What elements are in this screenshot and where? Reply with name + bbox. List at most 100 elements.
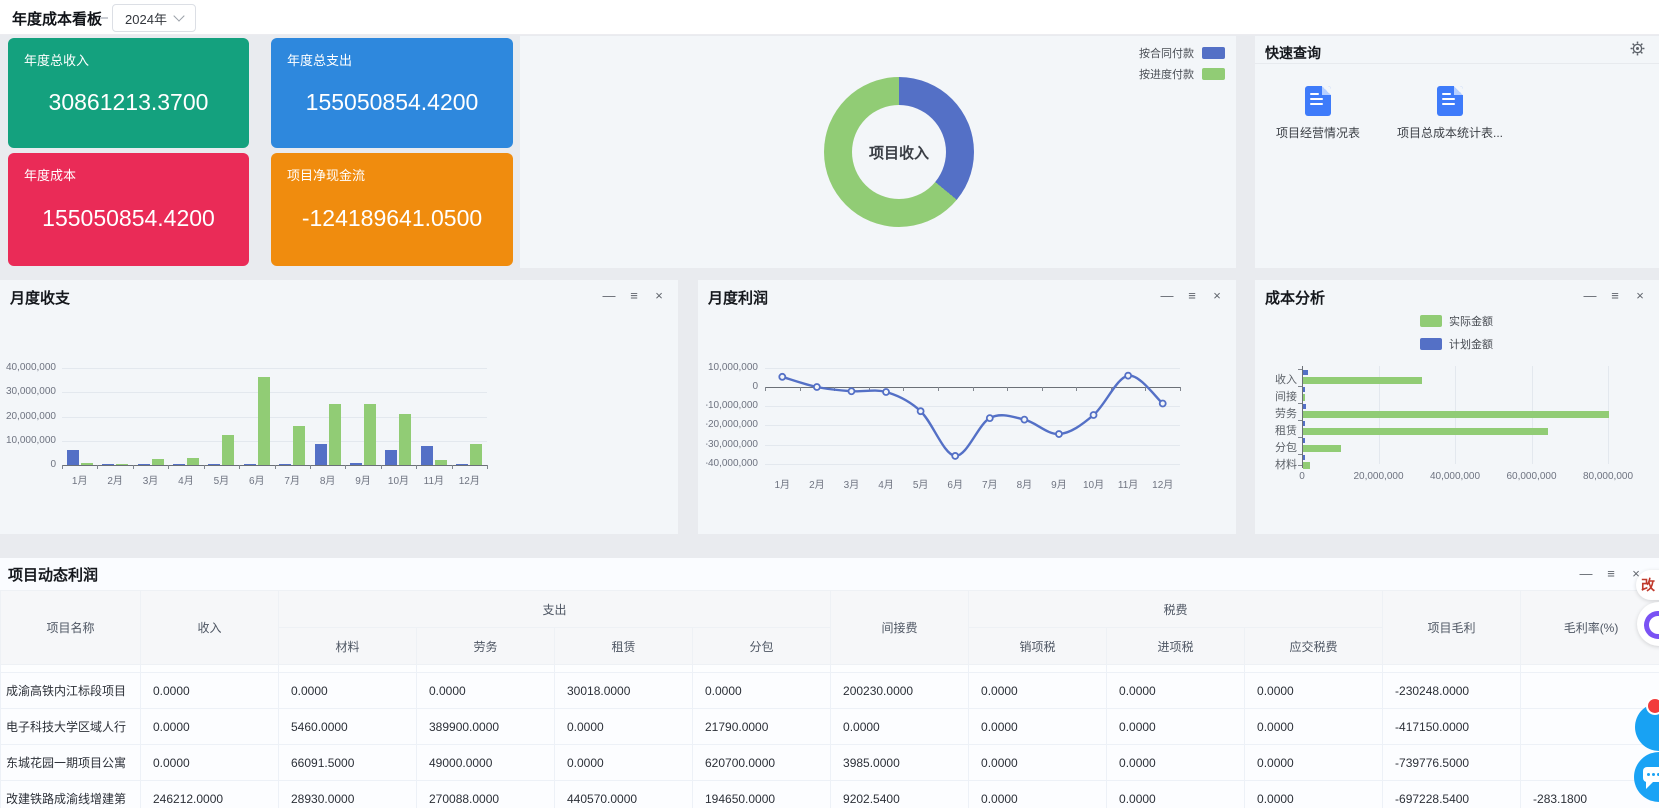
table-row[interactable]: 电子科技大学区域人行0.00005460.0000389900.00000.00…: [1, 709, 1659, 745]
category-label: 收入: [1255, 371, 1297, 387]
menu-icon[interactable]: ≡: [1604, 566, 1618, 582]
x-axis-tick-label: 2月: [97, 472, 133, 487]
cell-labor: 49000.0000: [417, 745, 555, 781]
x-axis-tick: [97, 465, 98, 469]
col-header-labor: 劳务: [417, 628, 555, 665]
gridline: [62, 441, 487, 442]
cell-material: 5460.0000: [279, 709, 417, 745]
monthly-profit-chart[interactable]: 10,000,0000-10,000,000-20,000,000-30,000…: [698, 280, 1236, 534]
bar-支出-2月: [116, 464, 128, 466]
year-select[interactable]: 2024年: [112, 4, 196, 32]
x-axis-tick-label: 60,000,000: [1490, 471, 1574, 482]
table-row[interactable]: 成渝高铁内江标段项目0.00000.00000.000030018.00000.…: [1, 673, 1659, 709]
cell-labor: 270088.0000: [417, 781, 555, 808]
x-axis-tick-label: 2月: [799, 476, 835, 491]
chevron-down-icon: [173, 10, 184, 21]
x-axis-tick-label: 10月: [1076, 476, 1112, 491]
x-axis-tick: [239, 465, 240, 469]
legend-swatch: [1202, 47, 1225, 59]
spacer-cell: [831, 665, 969, 673]
cost-analysis-chart[interactable]: 020,000,00040,000,00060,000,00080,000,00…: [1255, 280, 1659, 534]
table-row[interactable]: 改建铁路成渝线增建第246212.000028930.0000270088.00…: [1, 781, 1659, 808]
x-axis-tick-label: 20,000,000: [1337, 471, 1421, 482]
x-axis-tick-label: 5月: [903, 476, 939, 491]
cell-payable_tax: 0.0000: [1245, 781, 1383, 808]
x-axis-tick: [62, 465, 63, 469]
col-header-material: 材料: [279, 628, 417, 665]
cell-payable_tax: 0.0000: [1245, 673, 1383, 709]
x-axis-tick-label: 10月: [380, 472, 416, 487]
y-axis-tick-label: 40,000,000: [0, 362, 56, 373]
kpi-label: 年度总收入: [24, 50, 89, 69]
spacer-cell: [969, 665, 1107, 673]
y-axis-tick-label: -10,000,000: [706, 400, 758, 411]
bar-收入-3月: [138, 464, 150, 466]
spacer-cell: [141, 665, 279, 673]
col-header-tax-group: 税费: [969, 591, 1383, 628]
bar-支出-10月: [399, 414, 411, 465]
y-axis-tick-label: -30,000,000: [706, 439, 758, 450]
x-axis-tick: [204, 465, 205, 469]
quick-query-title: 快速查询: [1265, 43, 1321, 63]
monthly-income-expense-chart[interactable]: 010,000,00020,000,00030,000,00040,000,00…: [0, 280, 678, 534]
col-header-payable-tax: 应交税费: [1245, 628, 1383, 665]
y-axis-tick-label: -20,000,000: [706, 419, 758, 430]
x-axis-tick-label: 9月: [1041, 476, 1077, 491]
kpi-card-annual-total-expense: 年度总支出155050854.4200: [271, 38, 513, 148]
col-header-gross-profit: 项目毛利: [1383, 591, 1521, 665]
project-income-donut-chart[interactable]: 项目收入: [824, 77, 974, 227]
spacer-cell: [1383, 665, 1521, 673]
category-label: 劳务: [1255, 405, 1297, 421]
x-axis-tick: [1180, 387, 1181, 391]
x-axis-tick: [1042, 387, 1043, 391]
top-bar: 年度成本看板 2024年: [0, 0, 1659, 35]
cell-name: 改建铁路成渝线增建第: [1, 781, 141, 808]
x-axis-tick-label: 6月: [239, 472, 275, 487]
y-axis-tick-label: 30,000,000: [0, 386, 56, 397]
x-axis-tick-label: 11月: [416, 472, 452, 487]
cell-material: 0.0000: [279, 673, 417, 709]
spacer-cell: [555, 665, 693, 673]
col-header-indirect: 间接费: [831, 591, 969, 665]
cell-income: 0.0000: [141, 673, 279, 709]
x-axis-tick: [168, 465, 169, 469]
bar-计划金额-间接: [1303, 387, 1305, 392]
cell-income: 0.0000: [141, 709, 279, 745]
cell-output_tax: 0.0000: [969, 673, 1107, 709]
cell-indirect: 9202.5400: [831, 781, 969, 808]
kpi-label: 年度总支出: [287, 50, 352, 69]
edit-handle-button[interactable]: 改: [1636, 570, 1659, 600]
quick-query-item-project-total-cost-report[interactable]: 项目总成本统计表...: [1388, 86, 1512, 141]
annual-cost-dashboard: 年度成本看板 2024年 年度总收入30861213.3700年度总支出1550…: [0, 0, 1659, 808]
bar-计划金额-分包: [1303, 438, 1305, 443]
x-axis-tick: [973, 387, 974, 391]
cell-material: 28930.0000: [279, 781, 417, 808]
x-axis-tick-label: 6月: [937, 476, 973, 491]
assistant-logo-icon: [1640, 607, 1659, 643]
notification-badge: [1646, 697, 1659, 715]
quick-query-item-project-operation-report[interactable]: 项目经营情况表: [1256, 86, 1380, 141]
spacer-cell: [1, 665, 141, 673]
bar-收入-8月: [315, 444, 327, 465]
y-axis-tick: [1298, 465, 1302, 466]
bar-收入-1月: [67, 450, 79, 465]
cell-input_tax: 0.0000: [1107, 673, 1245, 709]
minimize-icon[interactable]: —: [1579, 566, 1593, 582]
legend-item-1[interactable]: 按进度付款: [1139, 67, 1225, 81]
donut-center-label: 项目收入: [869, 142, 929, 163]
x-axis-tick-label: 4月: [868, 476, 904, 491]
x-axis-tick-label: 5月: [203, 472, 239, 487]
x-axis-tick-label: 8月: [1006, 476, 1042, 491]
x-axis-tick-label: 9月: [345, 472, 381, 487]
col-header-output-tax: 销项税: [969, 628, 1107, 665]
table-row[interactable]: 东城花园一期项目公寓0.000066091.500049000.00000.00…: [1, 745, 1659, 781]
legend-item-0[interactable]: 按合同付款: [1139, 46, 1225, 60]
bar-实际金额-分包: [1303, 445, 1341, 452]
bar-支出-12月: [470, 444, 482, 465]
cell-output_tax: 0.0000: [969, 709, 1107, 745]
spacer-cell: [1245, 665, 1383, 673]
y-axis-tick: [1298, 437, 1302, 438]
gear-icon[interactable]: [1630, 41, 1645, 56]
x-axis-tick-label: 40,000,000: [1413, 471, 1497, 482]
col-header-input-tax: 进项税: [1107, 628, 1245, 665]
